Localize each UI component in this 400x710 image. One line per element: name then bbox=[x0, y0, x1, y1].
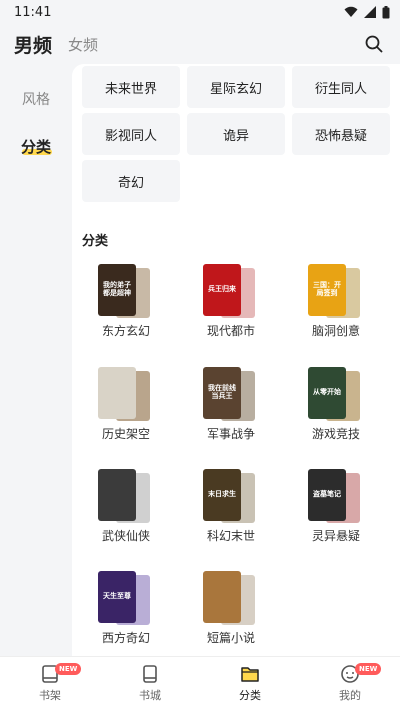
new-badge: NEW bbox=[55, 663, 82, 675]
book-cover-title: 从零开始 bbox=[313, 388, 341, 397]
category-item[interactable]: 历史架空 bbox=[76, 367, 176, 457]
category-item[interactable]: 短篇小说 bbox=[181, 571, 281, 656]
book-covers: 我在前线 当兵王 bbox=[203, 367, 259, 423]
nav-label: 书架 bbox=[39, 689, 61, 702]
category-item[interactable]: 末日求生 科幻末世 bbox=[181, 469, 281, 559]
sidebar-item-style[interactable]: 风格 bbox=[0, 89, 72, 109]
book-covers: 我的弟子 都是超神 bbox=[98, 264, 154, 320]
book-covers: 盗墓笔记 bbox=[308, 469, 364, 525]
book-covers bbox=[98, 367, 154, 423]
nav-label: 分类 bbox=[239, 689, 261, 702]
book-cover-front: 兵王归来 bbox=[203, 264, 241, 316]
book-covers: 兵王归来 bbox=[203, 264, 259, 320]
category-item[interactable]: 盗墓笔记 灵异悬疑 bbox=[286, 469, 386, 559]
category-label: 短篇小说 bbox=[206, 631, 255, 645]
book-cover-title bbox=[115, 391, 119, 395]
category-label: 游戏竞技 bbox=[311, 427, 360, 441]
category-item[interactable]: 从零开始 游戏竞技 bbox=[286, 367, 386, 457]
book-cover-title bbox=[220, 595, 224, 599]
signal-icon bbox=[364, 6, 376, 18]
style-chip[interactable]: 诡异 bbox=[187, 113, 285, 155]
book-covers: 天生至尊 bbox=[98, 571, 154, 627]
book-covers: 三国：开局签到 bbox=[308, 264, 364, 320]
category-label: 西方奇幻 bbox=[101, 631, 150, 645]
category-label: 历史架空 bbox=[101, 427, 150, 441]
category-item[interactable]: 天生至尊 西方奇幻 bbox=[76, 571, 176, 656]
status-bar: 11:41 bbox=[0, 0, 400, 24]
category-item[interactable]: 我在前线 当兵王军事战争 bbox=[181, 367, 281, 457]
section-title: 分类 bbox=[82, 234, 109, 249]
book-covers bbox=[203, 571, 259, 627]
style-chip[interactable]: 未来世界 bbox=[82, 66, 180, 108]
book-cover-title: 兵王归来 bbox=[208, 285, 236, 294]
category-label: 科幻末世 bbox=[206, 529, 255, 543]
book-cover-front: 我的弟子 都是超神 bbox=[98, 264, 136, 316]
book-cover-title bbox=[115, 493, 119, 497]
content-panel: 未来世界 星际玄幻 衍生同人 影视同人 诡异 恐怖悬疑 奇幻 分类 我的弟子 都… bbox=[72, 64, 400, 656]
bottom-nav: NEW 书架 书城 分类 NEW 我的 bbox=[0, 656, 400, 710]
sidebar-item-label: 风格 bbox=[22, 92, 50, 108]
nav-label: 我的 bbox=[339, 689, 361, 702]
category-label: 军事战争 bbox=[206, 427, 255, 441]
category-label: 东方玄幻 bbox=[101, 324, 150, 338]
top-header: 男频 女频 bbox=[0, 24, 400, 64]
nav-category[interactable]: 分类 bbox=[200, 657, 300, 710]
nav-profile[interactable]: NEW 我的 bbox=[300, 657, 400, 710]
sidebar-item-category[interactable]: 分类 bbox=[0, 136, 72, 157]
book-cover-front bbox=[98, 367, 136, 419]
book-cover-front: 盗墓笔记 bbox=[308, 469, 346, 521]
tab-male[interactable]: 男频 bbox=[14, 31, 52, 58]
book-cover-front: 三国：开局签到 bbox=[308, 264, 346, 316]
book-cover-title: 我在前线 当兵王 bbox=[208, 384, 236, 400]
category-item[interactable]: 三国：开局签到脑洞创意 bbox=[286, 264, 386, 354]
book-cover-title: 我的弟子 都是超神 bbox=[103, 281, 131, 297]
book-cover-title: 盗墓笔记 bbox=[313, 490, 341, 499]
book-covers: 末日求生 bbox=[203, 469, 259, 525]
store-icon bbox=[143, 665, 157, 683]
book-cover-front: 从零开始 bbox=[308, 367, 346, 419]
category-label: 武侠仙侠 bbox=[101, 529, 150, 543]
category-item[interactable]: 我的弟子 都是超神东方玄幻 bbox=[76, 264, 176, 354]
book-cover-front: 我在前线 当兵王 bbox=[203, 367, 241, 419]
book-cover-front: 末日求生 bbox=[203, 469, 241, 521]
book-cover-title: 天生至尊 bbox=[103, 592, 131, 601]
category-label: 现代都市 bbox=[206, 324, 255, 338]
book-covers: 从零开始 bbox=[308, 367, 364, 423]
book-cover-front bbox=[203, 571, 241, 623]
category-item[interactable]: 兵王归来 现代都市 bbox=[181, 264, 281, 354]
book-cover-front bbox=[98, 469, 136, 521]
folder-icon bbox=[241, 667, 259, 682]
category-label: 脑洞创意 bbox=[311, 324, 360, 338]
book-cover-title: 末日求生 bbox=[208, 490, 236, 499]
wifi-icon bbox=[344, 6, 358, 17]
book-cover-front: 天生至尊 bbox=[98, 571, 136, 623]
category-label: 灵异悬疑 bbox=[311, 529, 360, 543]
book-cover-title: 三国：开局签到 bbox=[313, 281, 341, 297]
nav-bookstore[interactable]: 书城 bbox=[100, 657, 200, 710]
nav-label: 书城 bbox=[139, 689, 161, 702]
status-time: 11:41 bbox=[14, 4, 52, 20]
style-chip[interactable]: 衍生同人 bbox=[292, 66, 390, 108]
search-button[interactable] bbox=[362, 32, 386, 56]
nav-bookshelf[interactable]: NEW 书架 bbox=[0, 657, 100, 710]
sidebar-item-label: 分类 bbox=[20, 138, 51, 156]
style-chip[interactable]: 影视同人 bbox=[82, 113, 180, 155]
status-icons bbox=[344, 5, 390, 19]
new-badge: NEW bbox=[355, 663, 382, 675]
style-chip[interactable]: 奇幻 bbox=[82, 160, 180, 202]
style-chip[interactable]: 星际玄幻 bbox=[187, 66, 285, 108]
search-icon bbox=[365, 35, 383, 53]
tab-female[interactable]: 女频 bbox=[68, 34, 98, 55]
style-chip[interactable]: 恐怖悬疑 bbox=[292, 113, 390, 155]
battery-icon bbox=[382, 5, 390, 18]
book-covers bbox=[98, 469, 154, 525]
category-item[interactable]: 武侠仙侠 bbox=[76, 469, 176, 559]
sidebar: 风格 分类 bbox=[0, 64, 72, 656]
